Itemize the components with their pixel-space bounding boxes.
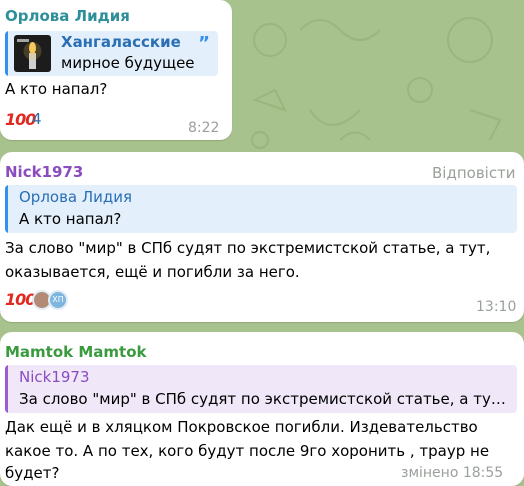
- reply-name: Nick1973: [19, 368, 90, 386]
- sender-name[interactable]: Орлова Лидия: [5, 7, 130, 25]
- sender-name[interactable]: Nick1973: [5, 163, 83, 181]
- message-text-line-2: какое то. А по тех, кого будут после 9го…: [5, 442, 490, 460]
- reply-preview[interactable]: Nick1973 За слово "мир" в СПб судят по э…: [5, 365, 517, 413]
- candle-photo-icon: [14, 35, 51, 72]
- reaction-count[interactable]: 4: [32, 110, 42, 128]
- reply-action[interactable]: Відповісти: [432, 164, 516, 182]
- message-time: 13:10: [476, 299, 517, 315]
- quote-icon: ”: [198, 33, 210, 54]
- forward-channel-name: Хангаласские: [61, 33, 181, 51]
- message-text-line-1: Дак ещё и в хляцком Покровское погибли. …: [5, 418, 478, 436]
- hundred-points-icon[interactable]: 100: [5, 110, 36, 130]
- message-text-line-1: За слово "мир" в СПб судят по экстремист…: [5, 239, 491, 257]
- message-bubble-3[interactable]: Mamtok Mamtok Nick1973 За слово "мир" в …: [0, 332, 524, 486]
- hundred-points-icon[interactable]: 100: [5, 290, 36, 310]
- reply-name: Орлова Лидия: [19, 188, 133, 206]
- avatar-label: ХП: [52, 295, 64, 304]
- message-text: А кто напал?: [5, 80, 108, 98]
- message-bubble-1[interactable]: Орлова Лидия Хангаласские мирное будущее…: [0, 0, 232, 140]
- reply-text: За слово "мир" в СПб судят по экстремист…: [19, 390, 509, 408]
- forwarded-post[interactable]: Хангаласские мирное будущее ”: [5, 31, 218, 76]
- sender-name[interactable]: Mamtok Mamtok: [5, 343, 146, 361]
- reply-preview[interactable]: Орлова Лидия А кто напал?: [5, 185, 517, 233]
- message-text-line-3: будет?: [5, 464, 60, 482]
- message-time: 8:22: [188, 120, 220, 136]
- avatar[interactable]: ХП: [48, 290, 68, 310]
- forward-text: мирное будущее: [61, 54, 195, 72]
- message-time: змінено 18:55: [401, 465, 504, 481]
- reply-text: А кто напал?: [19, 210, 122, 228]
- message-text-line-2: оказывается, ещё и погибли за него.: [5, 263, 300, 281]
- message-bubble-2[interactable]: Nick1973 Відповісти Орлова Лидия А кто н…: [0, 152, 524, 322]
